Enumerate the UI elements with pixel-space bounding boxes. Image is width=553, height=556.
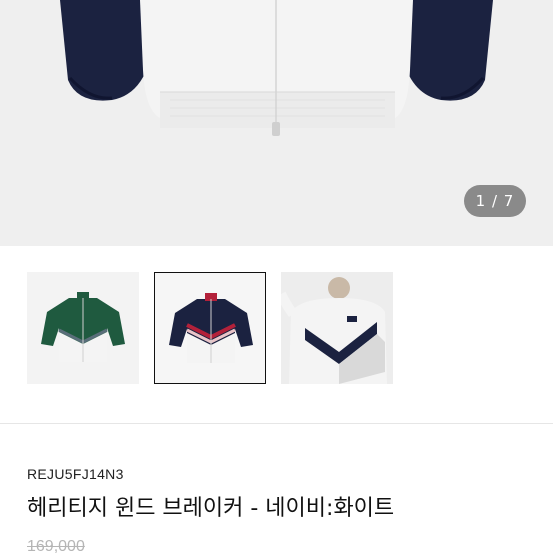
model-image [281, 272, 393, 384]
thumbnail-model-wearing-jacket[interactable] [281, 272, 393, 384]
thumbnail-navy-red-jacket[interactable] [154, 272, 266, 384]
product-sku: REJU5FJ14N3 [27, 466, 124, 482]
thumbnail-strip [27, 272, 393, 384]
original-price: 169,000 [27, 538, 85, 555]
navy-jacket-image [169, 293, 253, 363]
thumbnail-green-white-jacket[interactable] [27, 272, 139, 384]
product-title: 헤리티지 윈드 브레이커 - 네이비:화이트 [27, 496, 395, 521]
image-counter: 1 / 7 [464, 185, 526, 217]
main-product-image[interactable]: 1 / 7 [0, 0, 553, 246]
green-jacket-image [41, 292, 125, 362]
section-divider [0, 423, 553, 424]
